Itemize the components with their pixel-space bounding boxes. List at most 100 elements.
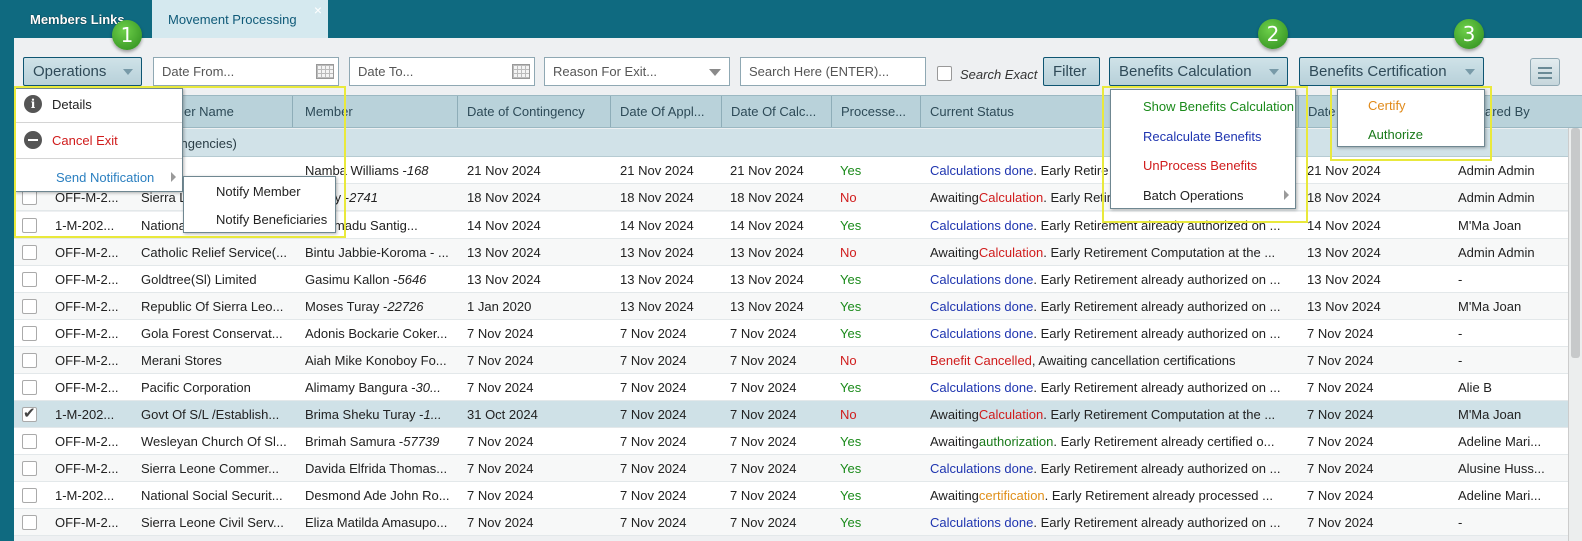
date-to-field[interactable]: Date To... <box>349 57 535 86</box>
header-date-contingency[interactable]: Date of Contingency <box>458 96 611 127</box>
table-row[interactable]: OFF-M-2... Goldtree(Sl) Limited Gasimu Kal… <box>14 266 1568 293</box>
callout-badge-2: 2 <box>1258 19 1288 49</box>
row-checkbox[interactable] <box>22 404 37 422</box>
cell-date: 7 Nov 2024 <box>1307 461 1374 476</box>
table-row[interactable]: 1-M-202... Govt Of S/L /Establish... Brima… <box>14 401 1568 428</box>
cell-employer: Sierra Leone Civil Serv... <box>141 515 284 530</box>
cell-current-status: Calculations done. Early Retirement alre… <box>930 293 1288 320</box>
cell-processed: Yes <box>840 272 862 287</box>
operations-button[interactable]: Operations <box>23 57 142 86</box>
table-row[interactable]: OFF-M-2... Merani Stores Aiah Mike Konoboy… <box>14 347 1568 374</box>
header-processed[interactable]: Processe... <box>832 96 921 127</box>
cell-prepared-by: M'Ma Joan <box>1458 299 1522 314</box>
cell-date-contingency: 21 Nov 2024 <box>467 163 541 178</box>
row-checkbox[interactable] <box>22 245 37 260</box>
cell-processed: No <box>840 353 857 368</box>
cell-employer: Wesleyan Church Of Sl... <box>141 434 287 449</box>
status-keyword: Calculation <box>978 245 1044 260</box>
filter-button[interactable]: Filter <box>1043 57 1100 86</box>
status-detail: . Early Retire <box>1033 163 1109 178</box>
tab-movement-processing[interactable]: Movement Processing × <box>152 0 328 38</box>
cell-employer: National Social Securit... <box>141 488 283 503</box>
search-input[interactable]: Search Here (ENTER)... <box>740 57 926 86</box>
cell-processed: Yes <box>840 515 862 530</box>
table-row[interactable]: OFF-M-2... Pacific Corporation Alimamy Ban… <box>14 374 1568 401</box>
reason-for-exit-select[interactable]: Reason For Exit... <box>544 57 730 86</box>
cell-date-contingency: 7 Nov 2024 <box>467 488 534 503</box>
row-checkbox[interactable] <box>22 461 37 476</box>
row-checkbox[interactable] <box>22 299 37 314</box>
cell-date-calc: 7 Nov 2024 <box>730 515 797 530</box>
cell-date: 18 Nov 2024 <box>1307 190 1381 205</box>
cell-current-status: Awaiting certification. Early Retirement… <box>930 482 1288 509</box>
highlight-box-benefits-calculation <box>1102 86 1308 223</box>
table-row[interactable]: OFF-M-2... Sierra Leone Civil Serv... Eliz… <box>14 509 1568 536</box>
scrollbar-thumb[interactable] <box>1571 128 1580 358</box>
member-name: Moses Turay - <box>305 299 388 314</box>
cell-date-contingency: 7 Nov 2024 <box>467 326 534 341</box>
cell-date-applied: 14 Nov 2024 <box>620 218 694 233</box>
cell-prepared-by: - <box>1458 326 1463 341</box>
vertical-scrollbar[interactable] <box>1568 128 1582 541</box>
cell-date-applied: 13 Nov 2024 <box>620 245 694 260</box>
search-placeholder: Search Here (ENTER)... <box>749 64 890 79</box>
row-checkbox[interactable] <box>22 380 37 395</box>
benefits-calculation-button[interactable]: Benefits Calculation <box>1109 57 1288 86</box>
cell-date-contingency: 7 Nov 2024 <box>467 380 534 395</box>
table-row[interactable]: OFF-M-2... Sierra Leone Commer... Davida E… <box>14 455 1568 482</box>
row-checkbox[interactable] <box>22 272 37 287</box>
search-exact-checkbox[interactable] <box>937 66 952 81</box>
row-checkbox[interactable] <box>22 353 37 368</box>
calendar-icon[interactable] <box>316 64 334 79</box>
grid-menu-button[interactable] <box>1530 58 1560 86</box>
status-detail: . Early Retirement already processed ... <box>1044 488 1273 503</box>
benefits-certification-button[interactable]: Benefits Certification <box>1299 57 1484 86</box>
operations-label: Operations <box>33 63 107 80</box>
hamburger-icon <box>1538 72 1552 74</box>
status-keyword: Calculations done <box>930 272 1034 287</box>
table-row[interactable]: OFF-M-2... Republic Of Sierra Leo... Moses… <box>14 293 1568 320</box>
row-checkbox[interactable] <box>22 515 37 530</box>
cell-date-applied: 7 Nov 2024 <box>620 380 687 395</box>
date-from-placeholder: Date From... <box>162 64 235 79</box>
close-icon[interactable]: × <box>314 3 322 17</box>
row-checkbox[interactable] <box>22 434 37 449</box>
cell-processed: No <box>840 190 857 205</box>
member-name: Aiah Mike Konoboy Fo... <box>305 353 447 368</box>
cell-date-applied: 18 Nov 2024 <box>620 190 694 205</box>
cell-date-applied: 7 Nov 2024 <box>620 353 687 368</box>
header-date-calc[interactable]: Date Of Calc... <box>722 96 832 127</box>
member-name: Brimah Samura - <box>305 434 404 449</box>
tab-label: Movement Processing <box>168 11 297 27</box>
cell-date: 21 Nov 2024 <box>1307 163 1381 178</box>
row-checkbox[interactable] <box>22 326 37 341</box>
cell-processed: Yes <box>840 488 862 503</box>
cell-current-status: Awaiting authorization. Early Retirement… <box>930 428 1288 455</box>
table-row[interactable]: OFF-M-2... Wesleyan Church Of Sl... Brimah… <box>14 428 1568 455</box>
cell-date: 7 Nov 2024 <box>1307 380 1374 395</box>
cell-code: OFF-M-2... <box>55 434 119 449</box>
cell-member: Brimah Samura - 57739 <box>305 428 457 455</box>
header-date-applied[interactable]: Date Of Appl... <box>611 96 722 127</box>
callout-badge-1: 1 <box>112 20 142 50</box>
hamburger-icon <box>1538 77 1552 79</box>
cell-date-contingency: 13 Nov 2024 <box>467 272 541 287</box>
table-row[interactable]: OFF-M-2... Catholic Relief Service(... Bin… <box>14 239 1568 266</box>
status-keyword: authorization <box>978 434 1054 449</box>
table-row[interactable]: 1-M-202... National Social Securit... Desm… <box>14 482 1568 509</box>
main-panel: Operations Date From... Date To... Reaso… <box>14 19 1582 541</box>
row-checkbox[interactable] <box>22 488 37 503</box>
table-row[interactable]: OFF-M-2... Gola Forest Conservat... Adonis… <box>14 320 1568 347</box>
cell-prepared-by: - <box>1458 272 1463 287</box>
date-from-field[interactable]: Date From... <box>153 57 339 86</box>
cell-processed: Yes <box>840 299 862 314</box>
calendar-icon[interactable] <box>512 64 530 79</box>
cell-date-contingency: 7 Nov 2024 <box>467 434 534 449</box>
cell-current-status: Calculations done. Early Retirement alre… <box>930 374 1288 401</box>
cell-member: Desmond Ade John Ro... <box>305 482 457 509</box>
member-number: 2741 <box>349 190 378 205</box>
cell-code: 1-M-202... <box>55 407 115 422</box>
cell-current-status: Awaiting Calculation. Early Retirement C… <box>930 401 1288 428</box>
cell-date-applied: 7 Nov 2024 <box>620 515 687 530</box>
cell-prepared-by: Admin Admin <box>1458 163 1535 178</box>
